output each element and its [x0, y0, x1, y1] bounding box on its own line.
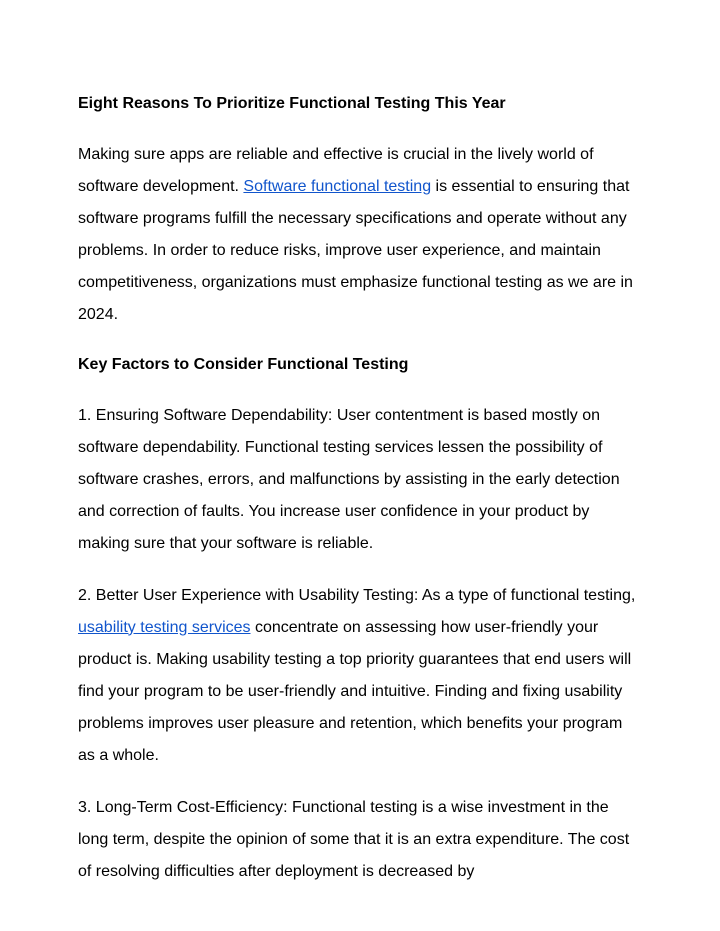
p2-post-text: concentrate on assessing how user-friend…: [78, 619, 631, 764]
intro-post-text: is essential to ensuring that software p…: [78, 178, 633, 323]
software-functional-testing-link[interactable]: Software functional testing: [243, 178, 431, 195]
page-title: Eight Reasons To Prioritize Functional T…: [78, 90, 642, 119]
paragraph-3: 3. Long-Term Cost-Efficiency: Functional…: [78, 792, 642, 888]
subheading: Key Factors to Consider Functional Testi…: [78, 351, 642, 380]
usability-testing-services-link[interactable]: usability testing services: [78, 619, 251, 636]
paragraph-2: 2. Better User Experience with Usability…: [78, 580, 642, 772]
p2-pre-text: 2. Better User Experience with Usability…: [78, 587, 635, 604]
paragraph-1: 1. Ensuring Software Dependability: User…: [78, 400, 642, 560]
intro-paragraph: Making sure apps are reliable and effect…: [78, 139, 642, 331]
